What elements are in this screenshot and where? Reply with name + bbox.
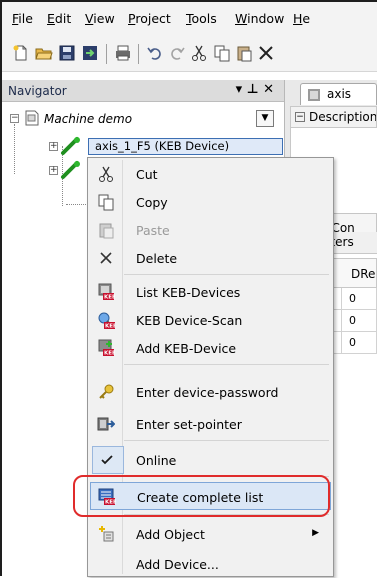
copy-icon[interactable]	[213, 44, 231, 62]
print-icon[interactable]	[114, 44, 132, 62]
cut-icon	[99, 166, 113, 182]
new-icon[interactable]	[12, 44, 30, 62]
menu-item-delete[interactable]: Delete	[90, 244, 331, 272]
navigator-dropdown-button[interactable]: ▼	[256, 110, 274, 127]
menu-separator	[124, 476, 329, 477]
cut-icon[interactable]	[190, 44, 208, 62]
navigator-title: Navigator	[8, 84, 67, 98]
menu-separator	[124, 514, 329, 515]
menu-item-copy[interactable]: Copy	[90, 188, 331, 216]
toolbar-separator	[106, 44, 107, 64]
description-label: Description	[309, 110, 377, 124]
menu-file[interactable]: File	[12, 11, 33, 26]
menu-help[interactable]: He	[293, 11, 310, 26]
copy-icon	[98, 194, 114, 211]
menu-item-keb-device-scan[interactable]: KEB KEB Device-Scan	[90, 306, 331, 334]
menu-window[interactable]: Window	[235, 11, 284, 26]
menu-separator	[124, 274, 329, 275]
navigator-header: Navigator ▾ ⊥ ✕	[2, 80, 284, 102]
key-icon	[99, 384, 114, 399]
open-icon[interactable]	[35, 44, 53, 62]
menu-separator	[124, 440, 329, 441]
menu-item-label: List KEB-Devices	[136, 285, 241, 300]
device-connection-icon	[61, 161, 80, 179]
save-icon[interactable]	[58, 44, 76, 62]
table-cell: 0	[349, 292, 356, 305]
navigator-pane-controls[interactable]: ▾ ⊥ ✕	[236, 82, 274, 97]
import-icon[interactable]	[81, 44, 99, 62]
list-keb-devices-icon: KEB	[98, 283, 115, 301]
menu-item-enter-device-password[interactable]: Enter device-password	[90, 378, 331, 406]
menu-item-label: Paste	[136, 223, 170, 238]
set-pointer-icon	[97, 417, 115, 431]
tree-device-item[interactable]: axis_1_F5 (KEB Device)	[88, 138, 283, 155]
tab-axis[interactable]: axis	[300, 83, 377, 105]
menu-view[interactable]: View	[85, 11, 115, 26]
paste-icon	[99, 223, 114, 239]
tree-line	[14, 124, 15, 174]
menu-item-label: Delete	[136, 251, 178, 266]
svg-text:KEB: KEB	[105, 324, 115, 330]
create-list-icon: KEB	[98, 488, 116, 506]
submenu-arrow-icon: ▶	[312, 528, 319, 538]
svg-text:KEB: KEB	[105, 500, 116, 506]
redo-icon[interactable]	[168, 44, 186, 62]
add-keb-device-icon: KEB	[98, 339, 115, 357]
menu-edit[interactable]: Edit	[47, 11, 71, 26]
undo-icon[interactable]	[146, 44, 164, 62]
toolbar	[2, 36, 377, 72]
paste-icon[interactable]	[235, 44, 253, 62]
menu-item-list-keb-devices[interactable]: KEB List KEB-Devices	[90, 278, 331, 306]
delete-icon[interactable]	[257, 44, 275, 62]
menu-item-label: Enter device-password	[136, 385, 279, 400]
device-connection-icon	[61, 137, 80, 155]
toolbar-separator	[138, 44, 139, 64]
table-cell: 0	[349, 314, 356, 327]
menu-item-create-complete-list[interactable]: KEB Create complete list	[90, 482, 331, 510]
menu-item-label: Copy	[136, 195, 168, 210]
menu-tools[interactable]: Tools	[186, 11, 217, 26]
tree-root-label[interactable]: Machine demo	[44, 112, 132, 126]
menu-project[interactable]: Project	[128, 11, 171, 26]
description-section[interactable]: − Description	[290, 106, 377, 128]
menu-item-label: Add Device...	[136, 557, 219, 572]
svg-text:KEB: KEB	[104, 351, 115, 357]
menu-item-label: Enter set-pointer	[136, 417, 242, 432]
menu-item-enter-set-pointer[interactable]: Enter set-pointer	[90, 410, 331, 438]
menu-item-label: Cut	[136, 167, 158, 182]
device-icon	[308, 89, 320, 101]
menu-item-add-device[interactable]: Add Device...	[90, 550, 331, 578]
tree-expand-toggle[interactable]: +	[49, 166, 58, 175]
svg-text:KEB: KEB	[104, 295, 115, 301]
delete-icon	[100, 252, 112, 264]
checkmark-icon	[101, 455, 113, 465]
menu-separator	[124, 364, 329, 365]
menu-item-label: KEB Device-Scan	[136, 313, 243, 328]
menu-item-label: Add KEB-Device	[136, 341, 237, 356]
menu-item-label: Online	[136, 453, 177, 468]
menu-item-cut[interactable]: Cut	[90, 160, 331, 188]
menu-bar: File Edit View Project Tools Window He	[2, 2, 377, 36]
project-icon	[25, 110, 39, 126]
add-object-icon	[99, 526, 114, 542]
tree-expand-toggle[interactable]: +	[49, 142, 58, 151]
menu-item-label: Create complete list	[137, 490, 264, 505]
context-menu: Cut Copy Paste Delete KEB List KEB-Devic…	[87, 157, 334, 577]
menu-item-paste[interactable]: Paste	[90, 216, 331, 244]
menu-item-add-object[interactable]: Add Object ▶	[90, 520, 331, 548]
tab-label: axis	[327, 87, 352, 101]
menu-item-label: Add Object	[136, 527, 205, 542]
menu-item-add-keb-device[interactable]: KEB Add KEB-Device	[90, 334, 331, 362]
device-scan-icon: KEB	[98, 312, 115, 330]
tree-collapse-toggle[interactable]: −	[10, 114, 19, 123]
table-cell: 0	[349, 336, 356, 349]
collapse-icon[interactable]: −	[295, 112, 305, 122]
menu-item-online[interactable]: Online	[90, 446, 331, 474]
